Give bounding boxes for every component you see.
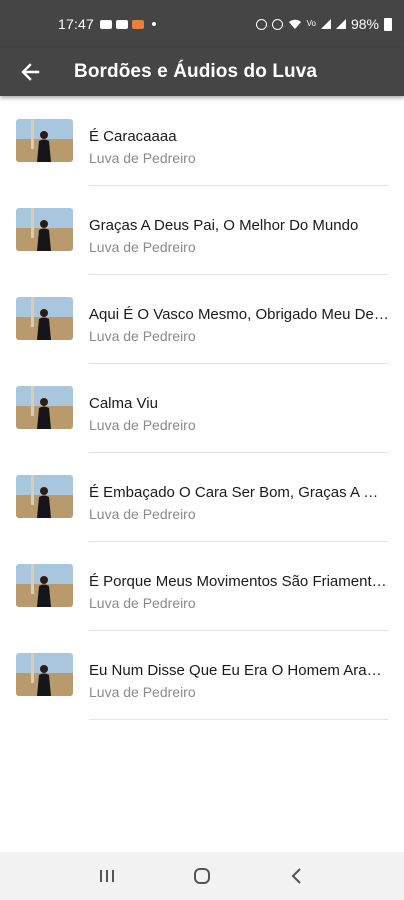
notification-dot <box>152 22 157 26</box>
signal-icon <box>320 19 331 29</box>
item-subtitle: Luva de Pedreiro <box>89 684 196 700</box>
battery-icon <box>384 17 392 31</box>
home-button[interactable] <box>172 852 232 900</box>
recent-apps-icon <box>100 870 115 882</box>
list-item[interactable]: É Porque Meus Movimentos São Friamente C… <box>0 542 404 631</box>
divider <box>89 719 388 720</box>
list-item[interactable]: Calma Viu Luva de Pedreiro <box>0 364 404 453</box>
item-subtitle: Luva de Pedreiro <box>89 417 196 433</box>
item-title: É Caracaaaa <box>89 128 177 145</box>
item-title: É Embaçado O Cara Ser Bom, Graças A Deus <box>89 484 389 501</box>
item-title: Aqui É O Vasco Mesmo, Obrigado Meu Deus <box>89 306 389 323</box>
item-title: Calma Viu <box>89 395 158 412</box>
status-time: 17:47 <box>58 16 95 32</box>
item-subtitle: Luva de Pedreiro <box>89 239 196 255</box>
app-icon <box>132 19 145 29</box>
item-subtitle: Luva de Pedreiro <box>89 595 196 611</box>
page-title: Bordões e Áudios do Luva <box>74 61 318 82</box>
thumbnail <box>16 564 73 607</box>
list-item[interactable]: Eu Num Disse Que Eu Era O Homem Aranha L… <box>0 631 404 720</box>
thumbnail <box>16 297 73 340</box>
list-item[interactable]: Aqui É O Vasco Mesmo, Obrigado Meu Deus … <box>0 275 404 364</box>
mute-icon <box>271 18 283 30</box>
status-bar: 17:47 Vo 98% <box>0 0 404 48</box>
list-item[interactable]: É Caracaaaa Luva de Pedreiro <box>0 97 404 186</box>
app-bar: Bordões e Áudios do Luva <box>0 48 404 96</box>
alarm-icon <box>255 18 267 30</box>
thumbnail <box>16 208 73 251</box>
arrow-left-icon <box>21 63 40 81</box>
back-icon <box>291 868 301 884</box>
thumbnail <box>16 653 73 696</box>
wifi-icon <box>288 19 301 29</box>
list-item[interactable]: Graças A Deus Pai, O Melhor Do Mundo Luv… <box>0 186 404 275</box>
thumbnail <box>16 386 73 429</box>
message-icon <box>100 19 113 29</box>
item-title: Eu Num Disse Que Eu Era O Homem Aranha <box>89 662 389 679</box>
home-icon <box>193 868 210 884</box>
back-nav-button[interactable] <box>267 852 327 900</box>
signal-icon <box>335 19 346 29</box>
audio-list: É Caracaaaa Luva de Pedreiro Graças A De… <box>0 97 404 720</box>
back-button[interactable] <box>2 48 58 96</box>
system-nav-bar <box>0 852 404 900</box>
item-subtitle: Luva de Pedreiro <box>89 150 196 166</box>
item-subtitle: Luva de Pedreiro <box>89 328 196 344</box>
recent-apps-button[interactable] <box>77 852 137 900</box>
thumbnail <box>16 119 73 162</box>
item-title: Graças A Deus Pai, O Melhor Do Mundo <box>89 217 359 234</box>
item-subtitle: Luva de Pedreiro <box>89 506 196 522</box>
status-left: 17:47 <box>58 16 157 32</box>
status-right: Vo 98% <box>255 16 392 32</box>
message-icon <box>116 19 129 29</box>
battery-percent: 98% <box>350 16 379 32</box>
list-item[interactable]: É Embaçado O Cara Ser Bom, Graças A Deus… <box>0 453 404 542</box>
item-title: É Porque Meus Movimentos São Friamente C… <box>89 573 389 590</box>
thumbnail <box>16 475 73 518</box>
volte-icon: Vo <box>306 19 316 28</box>
